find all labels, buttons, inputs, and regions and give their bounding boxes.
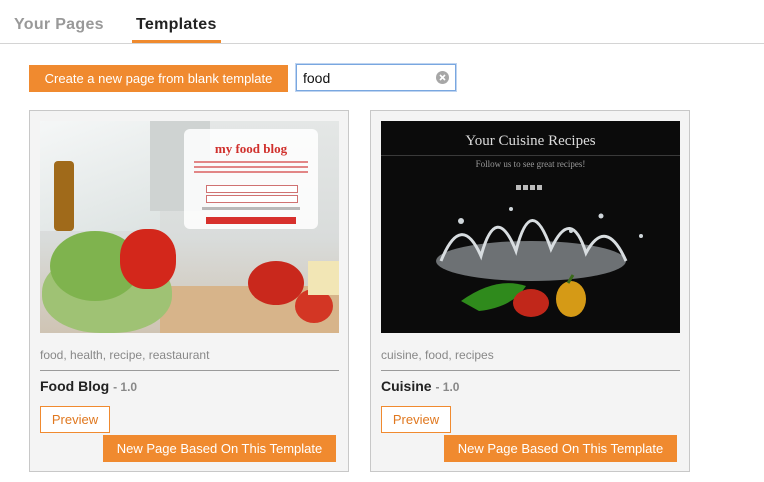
email-field-preview [206, 195, 298, 203]
water-splash-image [436, 207, 643, 317]
social-icons-preview [516, 177, 548, 190]
template-name: Food Blog [40, 378, 110, 394]
template-title: Cuisine - 1.0 [381, 378, 459, 394]
tab-bar: Your Pages Templates [0, 0, 764, 44]
thumbnail-subheading: Follow us to see great recipes! [475, 159, 586, 169]
subscribe-button-preview [206, 217, 296, 224]
red-pepper [120, 229, 176, 289]
template-card-cuisine: Your Cuisine Recipes Follow us to see gr… [370, 110, 690, 472]
tab-templates[interactable]: Templates [132, 16, 221, 43]
thumbnail-heading: my food blog [214, 141, 288, 156]
cheese [308, 261, 339, 295]
form-intro-text [194, 161, 308, 179]
thumbnail-rule [381, 155, 680, 156]
search-input[interactable] [297, 65, 433, 90]
new-page-from-template-button[interactable]: New Page Based On This Template [103, 435, 336, 462]
name-field-preview [206, 185, 298, 193]
template-version: - 1.0 [113, 380, 138, 394]
create-blank-page-button[interactable]: Create a new page from blank template [29, 65, 288, 92]
tab-divider [0, 43, 764, 44]
preview-button[interactable]: Preview [381, 406, 451, 433]
thumbnail-heading: Your Cuisine Recipes [465, 133, 596, 149]
template-thumbnail[interactable]: Your Cuisine Recipes Follow us to see gr… [381, 121, 680, 333]
new-page-from-template-button[interactable]: New Page Based On This Template [444, 435, 677, 462]
oil-bottle [54, 161, 74, 231]
template-thumbnail[interactable]: my food blog [40, 121, 339, 333]
template-title: Food Blog - 1.0 [40, 378, 137, 394]
checkbox-row-preview [202, 207, 300, 210]
tab-your-pages[interactable]: Your Pages [10, 16, 108, 40]
search-field[interactable] [296, 64, 456, 91]
card-divider [381, 370, 680, 371]
preview-button[interactable]: Preview [40, 406, 110, 433]
signup-form-preview: my food blog [184, 129, 318, 229]
template-name: Cuisine [381, 378, 432, 394]
template-card-food-blog: my food blog food, health, recipe, reast… [29, 110, 349, 472]
card-divider [40, 370, 339, 371]
template-version: - 1.0 [435, 380, 460, 394]
template-tags: cuisine, food, recipes [381, 348, 494, 362]
clear-search-icon[interactable] [436, 71, 449, 84]
template-tags: food, health, recipe, reastaurant [40, 348, 210, 362]
